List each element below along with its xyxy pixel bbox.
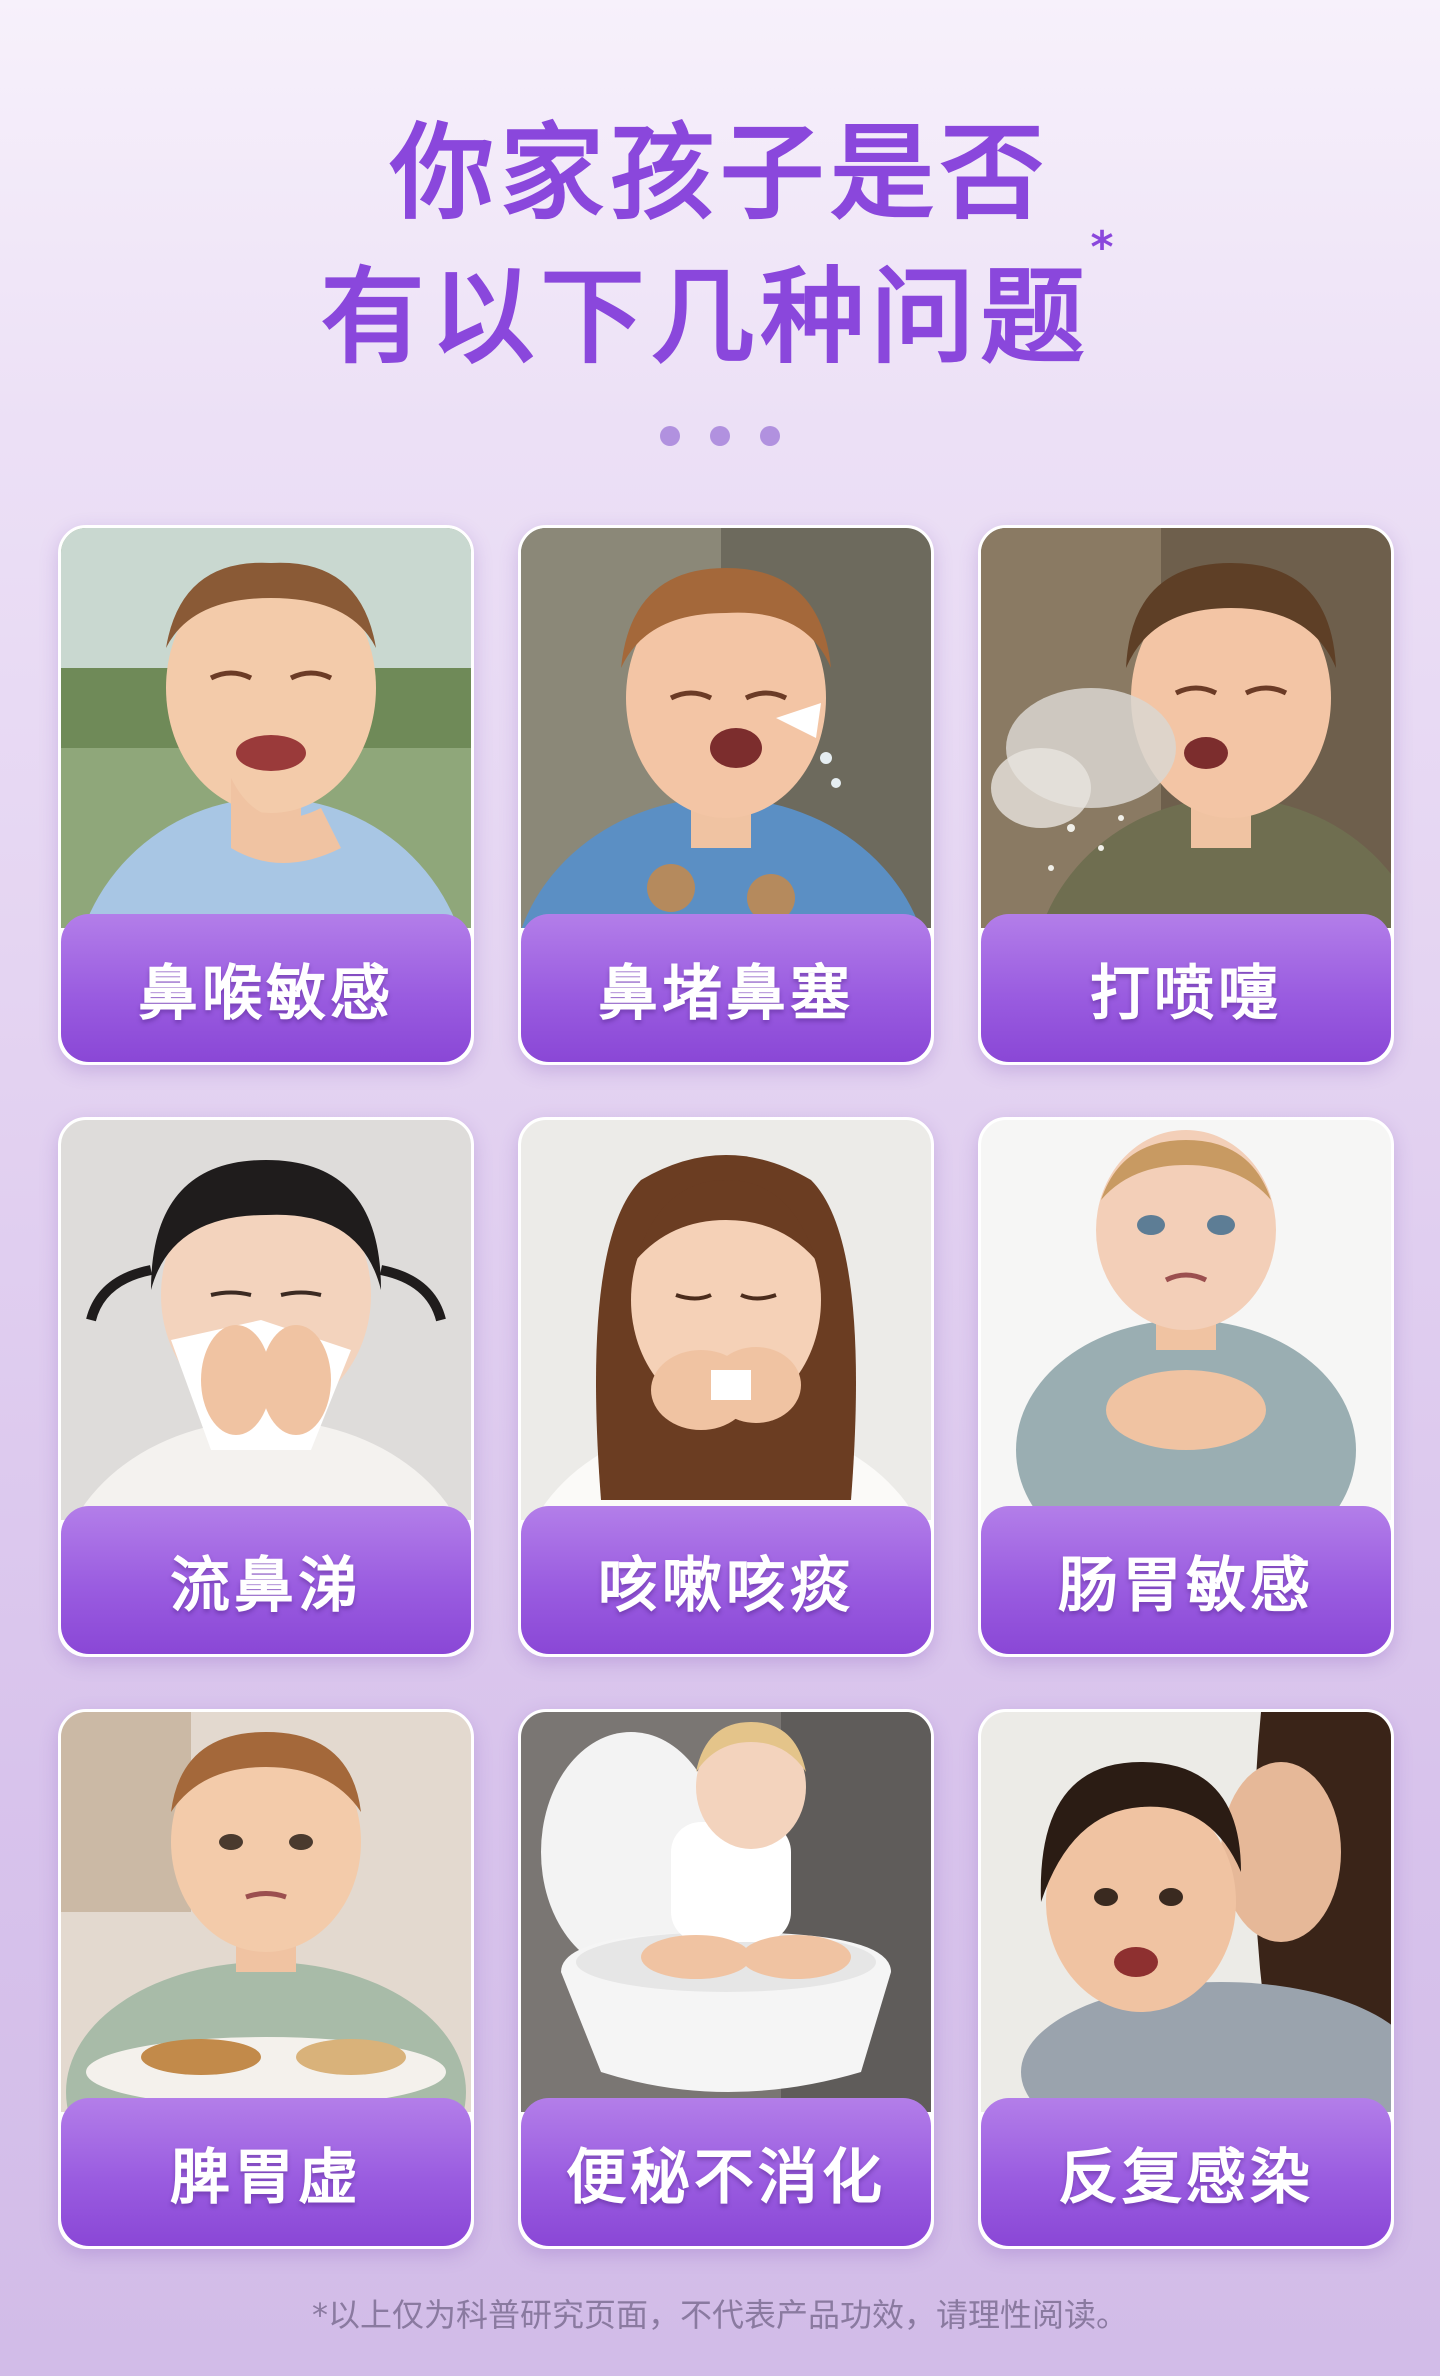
page-title-line-2-text: 有以下几种问题 — [320, 256, 1091, 378]
symptom-label-bar: 打喷嚏 — [981, 914, 1391, 1062]
symptom-label: 脾胃虚 — [170, 2142, 362, 2213]
symptom-card-constipation: 便秘不消化 — [518, 1709, 934, 2249]
disclaimer-footnote: *以上仅为科普研究页面，不代表产品功效，请理性阅读。 — [311, 2296, 1128, 2334]
toddler-holding-stomach-photo — [981, 1120, 1391, 1520]
decorative-dots — [0, 426, 1440, 446]
symptom-card-cough: 咳嗽咳痰 — [518, 1117, 934, 1657]
symptom-label-bar: 鼻堵鼻塞 — [521, 914, 931, 1062]
symptom-card-runny-nose: 流鼻涕 — [58, 1117, 474, 1657]
symptom-card-recurrent-infection: 反复感染 — [978, 1709, 1394, 2249]
symptom-label: 便秘不消化 — [566, 2142, 886, 2213]
symptom-label: 鼻堵鼻塞 — [598, 958, 854, 1029]
symptom-card-spleen-stomach: 脾胃虚 — [58, 1709, 474, 2249]
symptom-label-bar: 咳嗽咳痰 — [521, 1506, 931, 1654]
symptom-card-gut-sensitivity: 肠胃敏感 — [978, 1117, 1394, 1657]
symptom-card-sneezing: 打喷嚏 — [978, 525, 1394, 1065]
dot-icon — [710, 426, 730, 446]
symptom-label-bar: 反复感染 — [981, 2098, 1391, 2246]
symptom-label: 鼻喉敏感 — [138, 958, 394, 1029]
symptom-label-bar: 便秘不消化 — [521, 2098, 931, 2246]
symptom-label: 反复感染 — [1058, 2142, 1314, 2213]
header: 你家孩子是否 有以下几种问题* — [0, 0, 1440, 480]
dot-icon — [760, 426, 780, 446]
symptom-card-throat: 鼻喉敏感 — [58, 525, 474, 1065]
symptom-label-bar: 脾胃虚 — [61, 2098, 471, 2246]
mother-kissing-child-photo — [981, 1712, 1391, 2112]
girl-with-tissue-photo — [61, 1120, 471, 1520]
symptom-label-bar: 鼻喉敏感 — [61, 914, 471, 1062]
boy-refusing-food-photo — [61, 1712, 471, 2112]
child-blowing-nose-photo — [521, 528, 931, 928]
page-title-line-2: 有以下几种问题* — [0, 222, 1440, 383]
footnote-mark: * — [1090, 222, 1120, 273]
symptom-card-nasal-congestion: 鼻堵鼻塞 — [518, 525, 934, 1065]
symptom-label: 流鼻涕 — [170, 1550, 362, 1621]
girl-coughing-photo — [521, 1120, 931, 1520]
toddler-on-toilet-photo — [521, 1712, 931, 2112]
symptom-label: 打喷嚏 — [1090, 958, 1282, 1029]
child-sneezing-photo — [981, 528, 1391, 928]
symptom-label: 咳嗽咳痰 — [598, 1550, 854, 1621]
symptom-label-bar: 肠胃敏感 — [981, 1506, 1391, 1654]
symptom-label: 肠胃敏感 — [1058, 1550, 1314, 1621]
page-title-line-1: 你家孩子是否 — [389, 112, 1050, 234]
symptom-label-bar: 流鼻涕 — [61, 1506, 471, 1654]
child-holding-throat-photo — [61, 528, 471, 928]
dot-icon — [660, 426, 680, 446]
